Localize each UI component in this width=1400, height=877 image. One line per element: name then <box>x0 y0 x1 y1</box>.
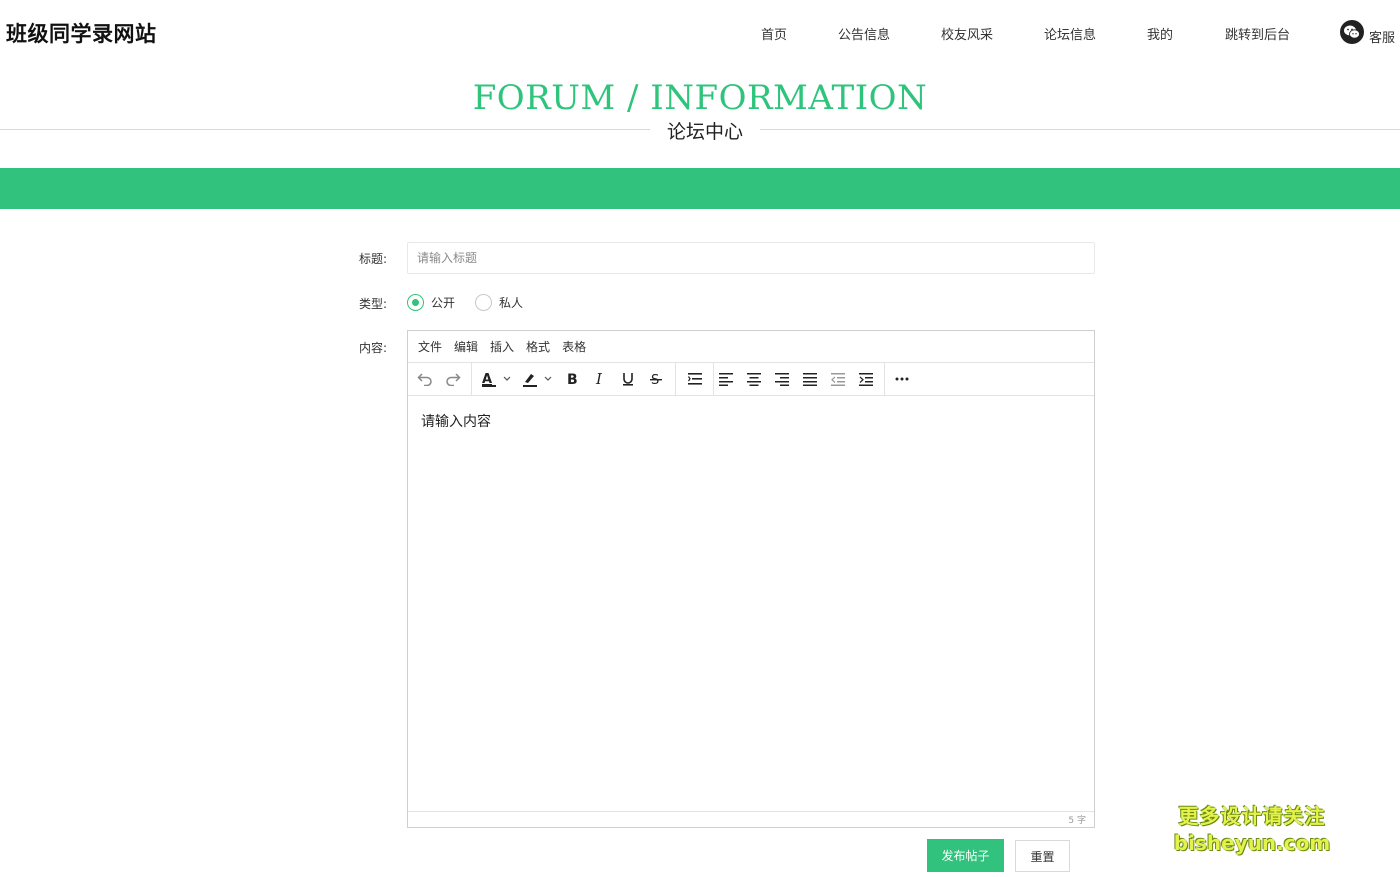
menu-insert[interactable]: 插入 <box>490 338 514 355</box>
section-title-cn: 论坛中心 <box>650 117 760 144</box>
main-nav: 首页 公告信息 校友风采 论坛信息 我的 跳转到后台 <box>0 24 1400 44</box>
nav-item-backend[interactable]: 跳转到后台 <box>1225 24 1290 43</box>
more-icon[interactable] <box>891 368 913 390</box>
menu-format[interactable]: 格式 <box>526 338 550 355</box>
nav-item-home[interactable]: 首页 <box>761 24 787 43</box>
customer-service[interactable]: 客服 <box>1340 20 1396 46</box>
align-center-icon[interactable] <box>743 368 765 390</box>
editor-toolbar: A B I S <box>408 363 1094 396</box>
site-header: 班级同学录网站 首页 公告信息 校友风采 论坛信息 我的 跳转到后台 客服 <box>0 0 1400 66</box>
title-label: 标题: <box>359 252 388 266</box>
content-label: 内容: <box>359 341 388 355</box>
watermark: 更多设计请关注 bisheyun.com <box>1172 800 1332 855</box>
radio-button[interactable] <box>475 294 492 311</box>
outdent-icon[interactable] <box>827 368 849 390</box>
align-left-icon[interactable] <box>715 368 737 390</box>
green-banner <box>0 168 1400 209</box>
svg-text:B: B <box>567 372 578 386</box>
text-color-icon[interactable]: A <box>478 368 516 390</box>
italic-icon[interactable]: I <box>589 368 611 390</box>
underline-icon[interactable] <box>617 368 639 390</box>
reset-button[interactable]: 重置 <box>1015 840 1070 872</box>
menu-edit[interactable]: 编辑 <box>454 338 478 355</box>
menu-table[interactable]: 表格 <box>562 338 586 355</box>
toolbar-divider <box>713 363 714 395</box>
undo-icon[interactable] <box>414 368 436 390</box>
wechat-icon <box>1340 20 1364 44</box>
menu-file[interactable]: 文件 <box>418 338 442 355</box>
align-right-icon[interactable] <box>771 368 793 390</box>
bold-icon[interactable]: B <box>561 368 583 390</box>
section-title-en: FORUM / INFORMATION <box>472 78 928 118</box>
toolbar-divider <box>884 363 885 395</box>
nav-item-mine[interactable]: 我的 <box>1147 24 1173 43</box>
watermark-line2: bisheyun.com <box>1173 831 1331 855</box>
radio-label: 公开 <box>431 296 456 310</box>
redo-icon[interactable] <box>442 368 464 390</box>
indent-icon[interactable] <box>855 368 877 390</box>
nav-item-forum[interactable]: 论坛信息 <box>1044 24 1096 43</box>
word-count: 5 字 <box>1068 816 1086 826</box>
strikethrough-icon[interactable]: S <box>645 368 667 390</box>
radio-private[interactable]: 私人 <box>475 294 523 311</box>
nav-item-alumni[interactable]: 校友风采 <box>941 24 993 43</box>
radio-button[interactable] <box>407 294 424 311</box>
radio-public[interactable]: 公开 <box>407 294 455 311</box>
highlight-color-icon[interactable] <box>519 368 557 390</box>
svg-text:I: I <box>595 372 603 386</box>
editor-statusbar: 5 字 <box>408 811 1094 827</box>
toolbar-divider <box>471 363 472 395</box>
editor-content[interactable]: 请输入内容 <box>408 397 1094 813</box>
title-input[interactable] <box>407 242 1095 274</box>
svg-text:A: A <box>482 372 492 387</box>
nav-item-announcements[interactable]: 公告信息 <box>838 24 890 43</box>
rich-text-editor: 文件 编辑 插入 格式 表格 A B I S 请输入内容 5 字 <box>407 330 1095 828</box>
watermark-line1: 更多设计请关注 <box>1178 804 1326 828</box>
line-height-icon[interactable] <box>684 368 706 390</box>
editor-menubar: 文件 编辑 插入 格式 表格 <box>408 331 1094 363</box>
publish-post-button[interactable]: 发布帖子 <box>927 839 1004 872</box>
radio-label: 私人 <box>499 296 524 310</box>
service-label: 客服 <box>1369 31 1396 46</box>
align-justify-icon[interactable] <box>799 368 821 390</box>
type-label: 类型: <box>359 297 388 311</box>
toolbar-divider <box>675 363 676 395</box>
